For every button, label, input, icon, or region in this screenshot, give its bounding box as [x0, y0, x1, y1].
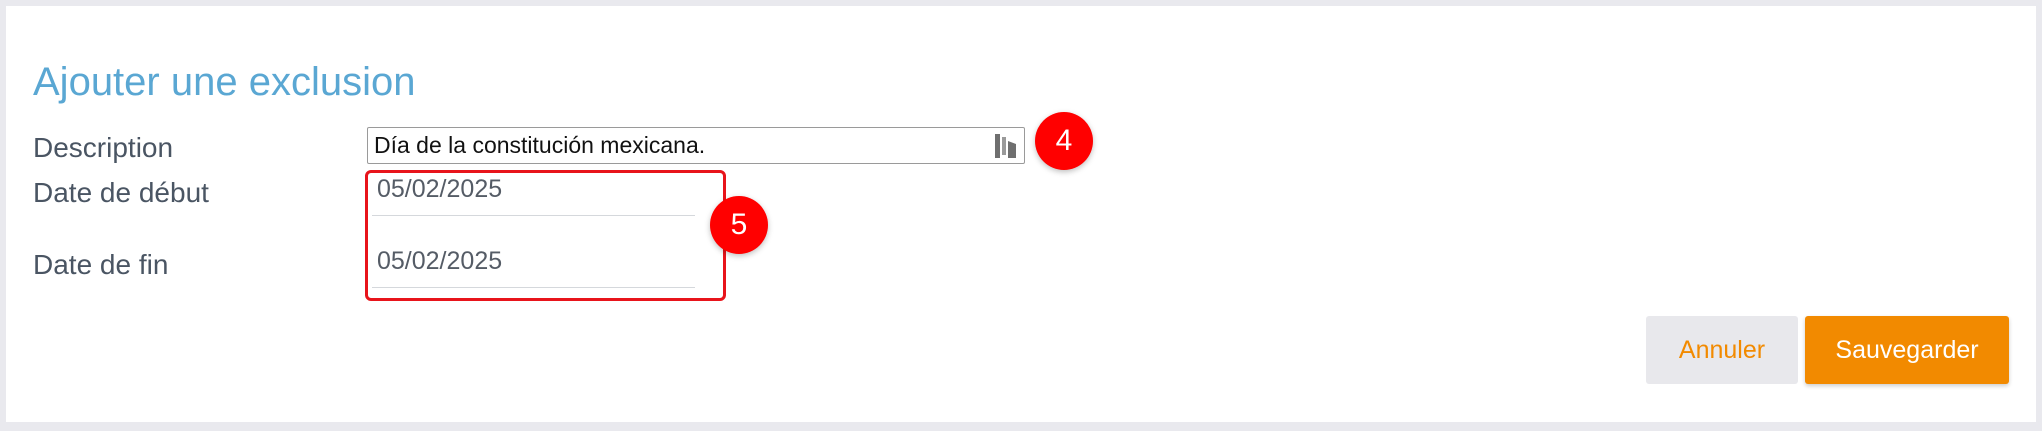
step-badge-5: 5: [710, 196, 768, 254]
description-label: Description: [33, 132, 174, 163]
languagetool-icon[interactable]: [994, 133, 1018, 159]
exclusion-dialog: Ajouter une exclusion Description Date d…: [6, 6, 2036, 422]
dialog-title: Ajouter une exclusion: [33, 60, 416, 104]
cancel-button[interactable]: Annuler: [1646, 316, 1798, 384]
start-date-label: Date de début: [33, 177, 209, 208]
end-date-label: Date de fin: [33, 249, 169, 280]
description-input[interactable]: [374, 128, 974, 163]
description-field[interactable]: [367, 127, 1025, 164]
date-fields-highlight: [365, 170, 726, 301]
save-button[interactable]: Sauvegarder: [1805, 316, 2009, 384]
step-badge-4: 4: [1035, 112, 1093, 170]
